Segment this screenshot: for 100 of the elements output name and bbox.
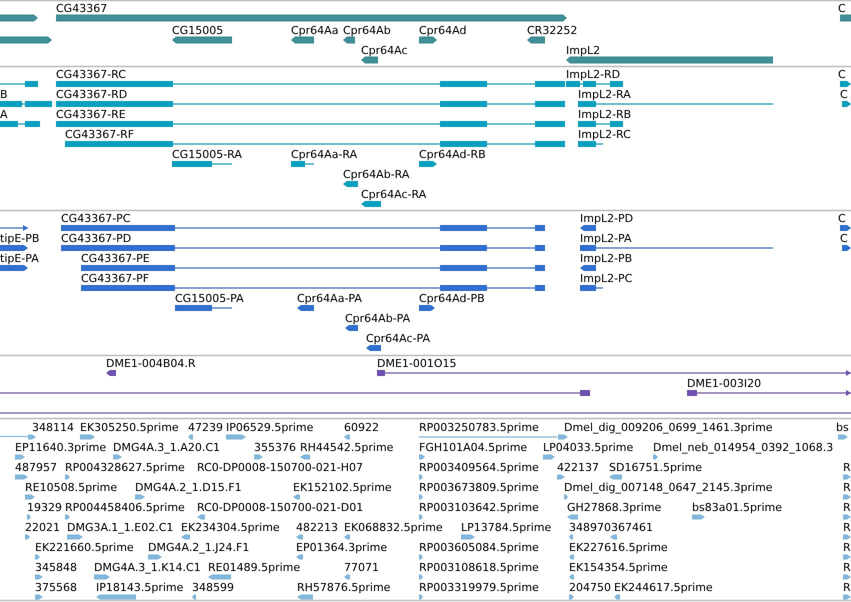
feature-label: CG15005 [172,24,224,37]
feature-label: LP13784.5prime [461,521,552,534]
feature-label: 77071 [344,561,379,574]
feature-label: Cpr64Aa-PA [297,292,362,305]
feature-label: DME1-003I20 [687,377,762,390]
feature-label: EP01364.3prime [296,541,388,554]
feature-label: bs83a01.5prime [692,501,782,514]
feature-label: RP004328627.5prime [65,461,185,474]
feature-label: R [843,541,851,554]
feature-label: RP003673809.5prime [419,481,539,494]
feature-label: CG43367-PC [61,212,130,225]
feature-label: A [0,108,8,121]
feature-label: ImpL2-RC [578,128,631,141]
feature-label: EK221660.5prime [35,541,134,554]
feature-label: CG43367-RD [56,88,128,101]
feature-label: 487957 [15,461,57,474]
feature-label: CG43367-PD [61,232,132,245]
feature-label: R [843,561,851,574]
feature-label: EK227616.5prime [569,541,668,554]
feature-label: 422137 [557,461,599,474]
feature-label: IP18143.5prime [96,581,184,594]
feature-label: tipE-PA [0,252,39,265]
feature-label: EK234304.5prime [181,521,280,534]
feature-label: RE10508.5prime [25,481,118,494]
feature-label: RP003108618.5prime [419,561,539,574]
feature-label: Cpr64Ac-RA [361,188,426,201]
feature-label: CG43367-RE [56,108,126,121]
feature-label: RP003250783.5prime [419,421,539,434]
feature-label: Cpr64Aa [291,24,338,37]
feature-label: FGH101A04.5prime [419,441,528,454]
feature-label: DMG4A.2_1.J24.F1 [148,541,250,554]
feature-label: Cpr64Ad-RB [419,148,486,161]
feature-label: ImpL2-RD [566,68,620,81]
feature-label: ImpL2-PC [580,272,632,285]
feature-label: RP003103642.5prime [419,501,539,514]
feature-label: ImpL2-PD [580,212,634,225]
feature-label: 348114 [32,421,74,434]
feature-label: ImpL2 [566,44,600,57]
feature-label: R [843,581,851,594]
feature-label: Cpr64Ad-PB [419,292,485,305]
feature-label: DME1-004B04.R [106,357,196,370]
feature-label: Dmel_dig_009206_0699_1461.3prime [564,421,773,434]
feature-label: 19329 [27,501,62,514]
feature-label: bs [836,421,849,434]
feature-label: 375568 [35,581,77,594]
feature-label: ImpL2-RB [578,108,632,121]
feature-label: CG43367-PF [81,272,150,285]
feature-label: RE01489.5prime [208,561,300,574]
feature-label: CG15005-RA [172,148,242,161]
feature-label: C [840,232,848,245]
feature-label: 22021 [25,521,60,534]
feature-label: 47239 [188,421,223,434]
feature-label: 482213 [296,521,338,534]
feature-label: CG43367-RC [56,68,126,81]
feature-label: RP004458406.5prime [65,501,185,514]
feature-label: GH27868.3prime [567,501,662,514]
feature-label: CG15005-PA [175,292,244,305]
feature-label: DMG3A.1_1.E02.C1 [67,521,174,534]
feature-label: C [838,2,846,15]
feature-label: IP06529.5prime [226,421,314,434]
feature-label: LP04033.5prime [543,441,634,454]
feature-label: DMG4A.3_1.K14.C1 [94,561,201,574]
feature-label: Cpr64Ab-RA [343,168,410,181]
feature-label: CG43367-PE [81,252,150,265]
feature-label: 345848 [35,561,77,574]
feature-label: EK152102.5prime [293,481,392,494]
feature-label: Cpr64Ab [343,24,391,37]
feature-label: ImpL2-PA [580,232,632,245]
feature-label: DME1-001O15 [377,357,457,370]
feature-label: SD16751.5prime [609,461,702,474]
feature-label: EK068832.5prime [344,521,443,534]
feature-label: C [840,88,848,101]
feature-label: Cpr64Ab-PA [345,312,410,325]
feature-label: CG43367-RF [65,128,134,141]
feature-label: CR32252 [527,24,578,37]
feature-label: EK244617.5prime [614,581,713,594]
feature-label: Cpr64Ac-PA [366,332,430,345]
feature-label: EK305250.5prime [80,421,179,434]
feature-label: 348970 [569,521,611,534]
feature-label: R [843,461,851,474]
feature-label: RC0-DP0008-150700-021-H07 [197,461,364,474]
feature-label: ImpL2-RA [578,88,631,101]
feature-label: EP11640.3prime [15,441,106,454]
feature-label: EK154354.5prime [569,561,668,574]
feature-label: 60922 [344,421,379,434]
feature-label: ImpL2-PB [580,252,632,265]
feature-label: RC0-DP0008-150700-021-D01 [197,501,364,514]
feature-label: RP003605084.5prime [419,541,539,554]
feature-label: RH57876.5prime [297,581,390,594]
feature-label: C [838,68,846,81]
feature-label: 355376 [254,441,296,454]
feature-label: Dmel_neb_014954_0392_1068.3 [653,441,834,454]
feature-label: B [0,88,8,101]
feature-label: CG43367 [56,2,108,15]
feature-label: DMG4A.2_1.D15.F1 [135,481,242,494]
feature-label: R [843,521,851,534]
feature-label: 204750 [569,581,611,594]
feature-label: RH44542.5prime [300,441,394,454]
feature-label: Cpr64Ac [361,44,408,57]
feature-label: C [838,212,846,225]
